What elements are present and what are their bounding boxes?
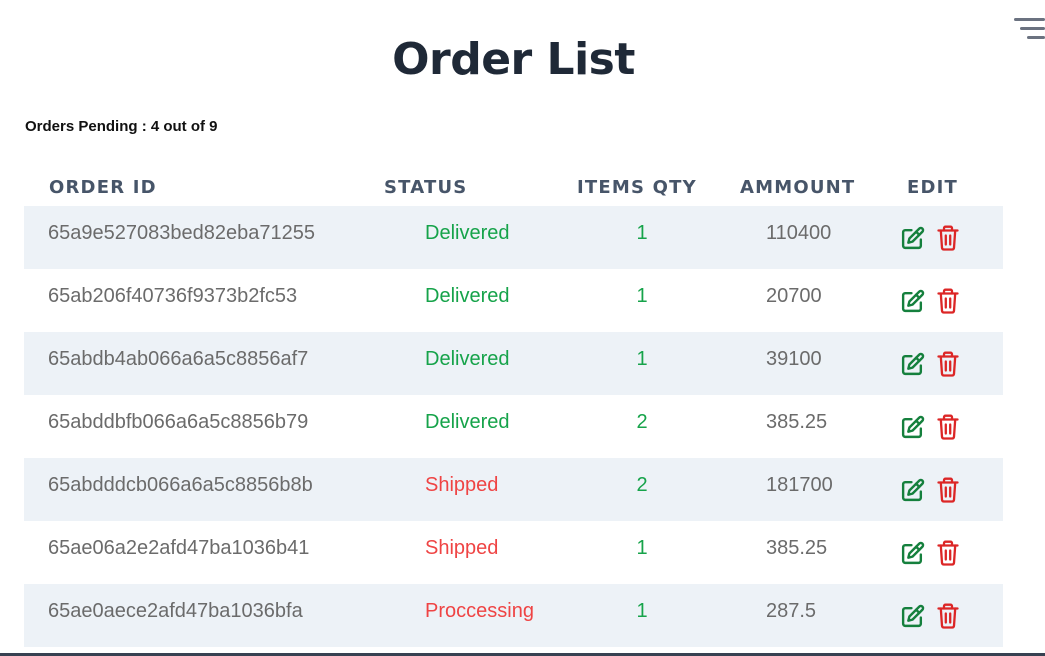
status-cell: Proccessing [425, 600, 534, 622]
amount-cell: 110400 [766, 222, 832, 244]
orders-pending-summary: Orders Pending : 4 out of 9 [25, 118, 218, 135]
items-qty-cell: 2 [636, 411, 648, 433]
trash-icon[interactable] [937, 414, 959, 440]
menu-line [1020, 27, 1045, 30]
edit-icon[interactable] [900, 604, 925, 629]
items-qty-cell: 1 [636, 348, 648, 370]
header-edit: EDIT [907, 177, 959, 198]
order-id-cell: 65abddbfb066a6a5c8856b79 [48, 411, 309, 433]
order-id-cell: 65abdb4ab066a6a5c8856af7 [48, 348, 309, 370]
menu-line [1027, 36, 1045, 39]
page-title: Order List [392, 34, 635, 85]
amount-cell: 385.25 [766, 411, 828, 433]
menu-line [1014, 18, 1045, 21]
edit-icon[interactable] [900, 415, 925, 440]
trash-icon[interactable] [937, 603, 959, 629]
status-cell: Delivered [425, 222, 510, 244]
edit-icon[interactable] [900, 541, 925, 566]
amount-cell: 20700 [766, 285, 822, 307]
amount-cell: 181700 [766, 474, 833, 496]
orders-table: ORDER ID STATUS ITEMS QTY AMMOUNT EDIT 6… [24, 166, 1003, 647]
status-cell: Delivered [425, 285, 510, 307]
table-header: ORDER ID STATUS ITEMS QTY AMMOUNT EDIT [24, 166, 1003, 206]
trash-icon[interactable] [937, 288, 959, 314]
edit-icon[interactable] [900, 478, 925, 503]
trash-icon[interactable] [937, 540, 959, 566]
trash-icon[interactable] [937, 351, 959, 377]
status-cell: Delivered [425, 411, 510, 433]
table-body: 65a9e527083bed82eba71255 Delivered 1 110400… [24, 206, 1003, 647]
edit-icon[interactable] [900, 226, 925, 251]
trash-icon[interactable] [937, 225, 959, 251]
items-qty-cell: 2 [636, 474, 648, 496]
items-qty-cell: 1 [636, 537, 648, 559]
status-cell: Shipped [425, 474, 499, 496]
status-cell: Delivered [425, 348, 510, 370]
edit-icon[interactable] [900, 289, 925, 314]
items-qty-cell: 1 [636, 600, 648, 622]
table-row: 65abddbfb066a6a5c8856b79 Delivered 2 385.25 [24, 395, 1003, 458]
table-row: 65abdddcb066a6a5c8856b8b Shipped 2 181700 [24, 458, 1003, 521]
order-id-cell: 65ae0aece2afd47ba1036bfa [48, 600, 303, 622]
table-row: 65a9e527083bed82eba71255 Delivered 1 110400 [24, 206, 1003, 269]
table-row: 65ae06a2e2afd47ba1036b41 Shipped 1 385.25 [24, 521, 1003, 584]
order-id-cell: 65ab206f40736f9373b2fc53 [48, 285, 298, 307]
header-status: STATUS [384, 177, 468, 198]
table-row: 65ae0aece2afd47ba1036bfa Proccessing 1 287.… [24, 584, 1003, 647]
status-cell: Shipped [425, 537, 499, 559]
order-id-cell: 65abdddcb066a6a5c8856b8b [48, 474, 313, 496]
header-order-id: ORDER ID [49, 177, 157, 198]
amount-cell: 287.5 [766, 600, 817, 622]
header-amount: AMMOUNT [740, 177, 856, 198]
table-row: 65ab206f40736f9373b2fc53 Delivered 1 20700 [24, 269, 1003, 332]
order-id-cell: 65ae06a2e2afd47ba1036b41 [48, 537, 310, 559]
amount-cell: 385.25 [766, 537, 828, 559]
trash-icon[interactable] [937, 477, 959, 503]
edit-icon[interactable] [900, 352, 925, 377]
order-id-cell: 65a9e527083bed82eba71255 [48, 222, 315, 244]
table-row: 65abdb4ab066a6a5c8856af7 Delivered 1 39100 [24, 332, 1003, 395]
header-items-qty: ITEMS QTY [577, 177, 697, 198]
items-qty-cell: 1 [636, 222, 648, 244]
items-qty-cell: 1 [636, 285, 648, 307]
amount-cell: 39100 [766, 348, 822, 370]
